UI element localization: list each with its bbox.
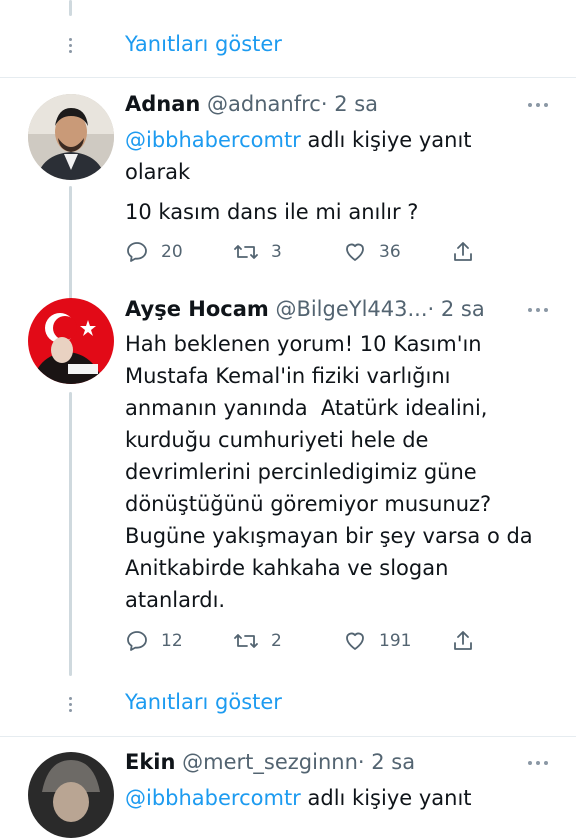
retweet-icon (234, 245, 258, 259)
ekin-avatar-photo (28, 752, 114, 838)
retweet-button[interactable]: 3 (233, 240, 282, 264)
reply-context-text: adlı kişiye yanıt (300, 128, 472, 152)
reply-context: @ibbhabercomtr adlı kişiye yanıt olarak (125, 124, 565, 188)
author-name[interactable]: Ayşe Hocam (125, 297, 269, 321)
thread-line (69, 186, 72, 300)
tweet-header: Ekin @mert_sezginnn· 2 sa (125, 750, 415, 774)
retweet-count: 3 (271, 242, 282, 262)
reply-context: @ibbhabercomtr adlı kişiye yanıt (125, 782, 565, 814)
thread-ellipsis-icon (69, 38, 73, 56)
reply-count: 20 (161, 242, 183, 262)
thread-line (69, 0, 72, 16)
author-name[interactable]: Ekin (125, 750, 175, 774)
tweet-text-line: atanlardı. (125, 588, 226, 612)
retweet-icon (234, 634, 258, 648)
author-handle[interactable]: @BilgeYl443... (275, 297, 427, 321)
thread-ellipsis-icon (69, 697, 73, 715)
tweet-text-line: kurduğu cumhuriyeti hele de (125, 428, 429, 452)
heart-icon (346, 632, 364, 650)
reply-context-text: adlı kişiye yanıt (300, 786, 472, 810)
show-replies-link[interactable]: Yanıtları göster (125, 32, 282, 56)
reply-icon (127, 242, 147, 262)
tweet-time[interactable]: · 2 sa (358, 750, 415, 774)
author-handle[interactable]: @mert_sezginnn (182, 750, 358, 774)
reply-button[interactable]: 20 (125, 240, 183, 264)
reply-button[interactable]: 12 (125, 629, 183, 653)
share-button[interactable] (451, 240, 475, 264)
more-options-icon[interactable] (528, 761, 548, 765)
mention-link[interactable]: @ibbhabercomtr (125, 786, 301, 810)
reply-context-text-2: olarak (125, 160, 191, 184)
like-count: 36 (379, 242, 401, 262)
retweet-count: 2 (271, 631, 282, 651)
show-replies-link[interactable]: Yanıtları göster (125, 690, 282, 714)
tweet-text-line: dönüştüğünü göremiyor musunuz? (125, 492, 492, 516)
tweet-text: Hah beklenen yorum! 10 Kasım'ın Mustafa … (125, 328, 565, 616)
more-options-icon[interactable] (528, 103, 548, 107)
tweet-text-line: Hah beklenen yorum! 10 Kasım'ın (125, 332, 482, 356)
share-icon (454, 242, 472, 261)
tweet-header: Adnan @adnanfrc· 2 sa (125, 92, 378, 116)
tweet-text-line: anmanın yanında Atatürk idealini, (125, 396, 488, 420)
tweet-text-line: Mustafa Kemal'in fiziki varlığını (125, 364, 451, 388)
tweet-text: 10 kasım dans ile mi anılır ? (125, 200, 419, 224)
more-options-icon[interactable] (528, 308, 548, 312)
author-handle[interactable]: @adnanfrc (207, 92, 321, 116)
like-button[interactable]: 191 (343, 629, 411, 653)
like-button[interactable]: 36 (343, 240, 401, 264)
heart-icon (346, 243, 364, 261)
tweet-text-line: Anitkabirde kahkaha ve slogan (125, 556, 449, 580)
avatar[interactable] (28, 752, 114, 838)
author-name[interactable]: Adnan (125, 92, 200, 116)
tweet-header: Ayşe Hocam @BilgeYl443...· 2 sa (125, 297, 485, 321)
divider (0, 736, 576, 737)
reply-icon (127, 631, 147, 651)
share-icon (454, 631, 472, 650)
tweet-time[interactable]: · 2 sa (321, 92, 378, 116)
thread-line (69, 392, 72, 676)
mention-link[interactable]: @ibbhabercomtr (125, 128, 301, 152)
tweet-text-line: devrimlerini percinledigimiz güne (125, 460, 477, 484)
avatar[interactable] (28, 298, 114, 384)
avatar[interactable] (28, 94, 114, 180)
retweet-button[interactable]: 2 (233, 629, 282, 653)
adnan-avatar-photo (28, 94, 114, 180)
like-count: 191 (379, 631, 412, 651)
divider (0, 77, 576, 78)
reply-count: 12 (161, 631, 183, 651)
tweet-text-line: Bugüne yakışmayan bir şey varsa o da (125, 524, 533, 548)
ayse-avatar-flag-photo (28, 298, 114, 384)
tweet-time[interactable]: · 2 sa (428, 297, 485, 321)
share-button[interactable] (451, 629, 475, 653)
